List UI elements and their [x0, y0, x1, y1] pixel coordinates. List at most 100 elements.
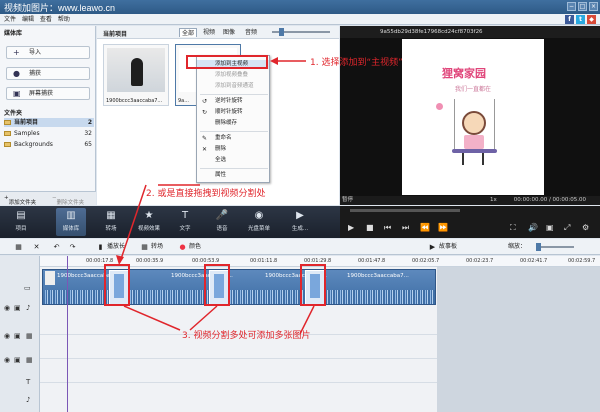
- snapshot-button[interactable]: ▣: [546, 223, 554, 232]
- volume-button[interactable]: 🔊: [528, 223, 538, 232]
- title-bar: 视频加图片：www.leawo.cn − □ ×: [0, 0, 600, 14]
- lock-icon[interactable]: ▣: [14, 304, 21, 312]
- duration-tool[interactable]: ▮ 播放长: [96, 242, 125, 251]
- tool-video-effects[interactable]: ★ 视频效果: [134, 208, 164, 236]
- tool-voice[interactable]: 🎤 语音: [207, 208, 237, 236]
- menu-rename[interactable]: ✎ 重命名: [197, 134, 269, 143]
- settings-button[interactable]: ⚙: [582, 223, 589, 232]
- twitter-icon[interactable]: t: [576, 15, 585, 24]
- menu-label: 重命名: [215, 135, 232, 141]
- folder-samples[interactable]: Samples 32: [4, 129, 94, 138]
- grid-tool[interactable]: ▦: [14, 242, 25, 251]
- tool-project[interactable]: ▤ 项目: [6, 208, 36, 236]
- project-thumb-video[interactable]: 1900bccc3aaccaba7...: [103, 44, 169, 106]
- tool-label: 视频效果: [137, 226, 160, 232]
- close-button[interactable]: ×: [589, 2, 598, 11]
- menu-help[interactable]: 帮助: [58, 14, 70, 25]
- menu-rotate-left[interactable]: ↺ 逆时针旋转: [197, 97, 269, 106]
- forward-button[interactable]: ⏩: [438, 223, 448, 232]
- menu-delete[interactable]: ✕ 删除: [197, 145, 269, 154]
- storyboard-icon: ▶: [429, 242, 436, 251]
- timeline-empty-area: [437, 267, 600, 412]
- tab-audio[interactable]: 音频: [243, 28, 259, 37]
- menu-view[interactable]: 查看: [40, 14, 52, 25]
- tab-all[interactable]: 全部: [179, 28, 198, 37]
- context-menu: 添加到主视频 添加视频叠叠 添加到音频通道 ↺ 逆时针旋转 ↻ 顺时针旋转 删除缓存…: [196, 55, 270, 183]
- menu-add-audio[interactable]: 添加到音频通道: [197, 82, 269, 91]
- zoom-slider-knob[interactable]: [536, 243, 541, 251]
- tool-disc-menu[interactable]: ◉ 光盘菜单: [244, 208, 274, 236]
- lock-icon[interactable]: ▣: [14, 332, 21, 340]
- menu-properties[interactable]: 属性: [197, 171, 269, 180]
- folder-current-project[interactable]: 当前项目 2: [4, 118, 94, 127]
- zoom-label: 缩放：: [508, 243, 527, 250]
- add-folder-button[interactable]: + 添加文件夹: [4, 195, 36, 206]
- undo-tool[interactable]: ↶: [52, 242, 63, 251]
- audio-track-icon[interactable]: ♪: [26, 304, 30, 312]
- next-button[interactable]: ⏭: [402, 223, 409, 233]
- text-lane[interactable]: [40, 359, 437, 383]
- prev-button[interactable]: ⏮: [384, 223, 391, 233]
- timeline-toolbar: ▦ ✕ ↶ ↷ ▮ 播放长 ▦ 转场 ● 颜色 ▶ 故事板 缩放：: [0, 239, 600, 255]
- eye-icon[interactable]: ◉: [4, 304, 10, 312]
- maximize-button[interactable]: □: [578, 2, 587, 11]
- delete-tool[interactable]: ✕: [32, 242, 43, 251]
- transition-tool[interactable]: ▦ 转场: [140, 242, 163, 251]
- media-icon: ▥: [66, 210, 76, 221]
- storyboard-button[interactable]: ▶ 故事板: [428, 242, 457, 251]
- eye-icon[interactable]: ◉: [4, 332, 10, 340]
- tool-label: 播放长: [107, 243, 126, 250]
- tab-image[interactable]: 图像: [221, 28, 237, 37]
- redo-tool[interactable]: ↷: [68, 242, 79, 251]
- main-video-clip[interactable]: 1900bccc3aaccaba7... 1900bccc3aaccaba7..…: [42, 269, 436, 306]
- folder-backgrounds[interactable]: Backgrounds 65: [4, 140, 94, 149]
- menu-select-all[interactable]: 全选: [197, 156, 269, 165]
- tool-generate[interactable]: ▶ 生成...: [282, 208, 318, 236]
- import-button[interactable]: + 导入: [6, 46, 90, 59]
- expand-button[interactable]: ⤢: [564, 223, 570, 233]
- menu-separator: [200, 168, 268, 169]
- screen-capture-button[interactable]: ▣ 屏幕捕获: [6, 87, 90, 100]
- rewind-button[interactable]: ⏪: [420, 223, 430, 232]
- zoom-slider[interactable]: [536, 246, 574, 248]
- tool-media-library[interactable]: ▥ 媒体库: [56, 208, 86, 236]
- clip-thumbnail: [45, 271, 55, 285]
- share-icon[interactable]: ◆: [587, 15, 596, 24]
- capture-button[interactable]: ● 捕获: [6, 67, 90, 80]
- girl-leg: [462, 153, 464, 165]
- video-track-icon[interactable]: ▭: [24, 284, 31, 292]
- tool-text[interactable]: T 文字: [170, 208, 200, 236]
- swing-rope: [494, 99, 495, 149]
- swing-rope: [454, 99, 455, 149]
- overlay-track-icon[interactable]: ▦: [26, 356, 33, 364]
- video-thumbnail: [107, 48, 165, 92]
- eye-icon[interactable]: ◉: [4, 356, 10, 364]
- lock-icon[interactable]: ▣: [14, 356, 21, 364]
- fullscreen-button[interactable]: ⛶: [510, 223, 516, 233]
- seek-bar[interactable]: [350, 209, 460, 212]
- stop-button[interactable]: ■: [366, 223, 374, 232]
- text-track-icon[interactable]: T: [26, 378, 30, 386]
- facebook-icon[interactable]: f: [565, 15, 574, 24]
- menu-separator: [200, 94, 268, 95]
- girl-dress: [464, 135, 484, 149]
- project-icon: ▤: [16, 210, 26, 221]
- play-button[interactable]: ▶: [348, 223, 354, 232]
- tab-video[interactable]: 视频: [201, 28, 217, 37]
- audio-track-icon[interactable]: ♪: [26, 396, 30, 404]
- playhead[interactable]: [67, 256, 68, 412]
- overlay-track-icon[interactable]: ▦: [26, 332, 33, 340]
- tool-transition[interactable]: ▦ 转场: [96, 208, 126, 236]
- menu-rotate-right[interactable]: ↻ 顺时针旋转: [197, 108, 269, 117]
- menu-add-overlay[interactable]: 添加视频叠叠: [197, 71, 269, 80]
- menu-edit[interactable]: 编辑: [22, 14, 34, 25]
- slider-knob[interactable]: [279, 28, 284, 36]
- color-tool[interactable]: ● 颜色: [178, 242, 201, 251]
- redo-icon: ↷: [69, 242, 76, 251]
- menu-file[interactable]: 文件: [4, 14, 16, 25]
- folder-label: Samples: [14, 130, 40, 137]
- delete-folder-button[interactable]: − 删除文件夹: [52, 195, 84, 206]
- minimize-button[interactable]: −: [567, 2, 576, 11]
- menu-delete-cache[interactable]: 删除缓存: [197, 119, 269, 128]
- preview-speed[interactable]: 1x: [490, 196, 497, 205]
